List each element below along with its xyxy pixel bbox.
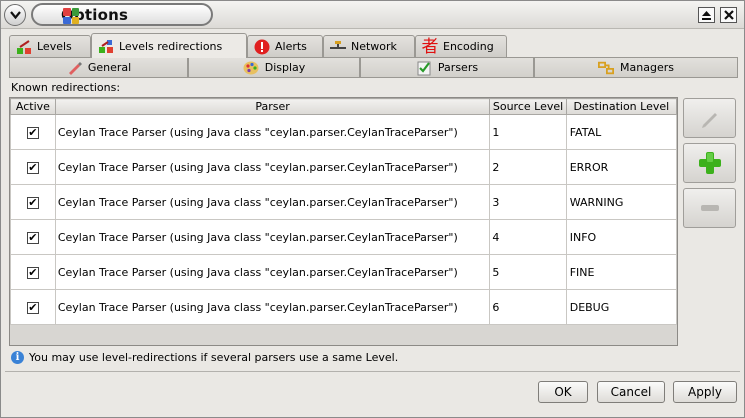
destination-level-cell[interactable]: FINE	[565, 254, 678, 290]
ok-button[interactable]: OK	[538, 381, 588, 403]
tab-levels-redirections[interactable]: Levels redirections	[91, 33, 247, 58]
table-row[interactable]: ✔ Ceylan Trace Parser (using Java class …	[10, 114, 678, 150]
tab-alerts[interactable]: Alerts	[247, 35, 323, 57]
tab-display[interactable]: Display	[188, 57, 360, 77]
secondary-tab-bar: General Display Parsers Managers	[9, 57, 738, 78]
levels-redirections-icon	[98, 38, 114, 54]
column-header-destination-level[interactable]: Destination Level	[565, 98, 678, 115]
source-level-cell[interactable]: 5	[489, 254, 567, 290]
active-checkbox[interactable]: ✔	[26, 266, 39, 279]
source-level-cell[interactable]: 3	[489, 184, 567, 220]
tab-label: Encoding	[443, 40, 494, 53]
tab-label: General	[87, 61, 132, 74]
info-message: i You may use level-redirections if seve…	[11, 351, 398, 364]
column-header-source-level[interactable]: Source Level	[489, 98, 567, 115]
active-checkbox[interactable]: ✔	[26, 301, 39, 314]
remove-button[interactable]	[683, 188, 736, 228]
parser-cell: Ceylan Trace Parser (using Java class "c…	[54, 254, 491, 290]
parser-cell: Ceylan Trace Parser (using Java class "c…	[54, 149, 491, 185]
chevron-down-icon	[9, 11, 21, 19]
info-text: You may use level-redirections if severa…	[29, 351, 399, 364]
pencil-icon	[701, 113, 717, 128]
minus-icon	[700, 205, 719, 211]
plus-icon	[698, 152, 721, 174]
table-header-row: Active Parser Source Level Destination L…	[10, 98, 678, 115]
tab-label: Managers	[620, 61, 674, 74]
palette-icon	[243, 60, 259, 76]
info-icon: i	[11, 351, 24, 364]
active-checkbox[interactable]: ✔	[26, 231, 39, 244]
close-icon	[723, 10, 734, 20]
table-row[interactable]: ✔ Ceylan Trace Parser (using Java class …	[10, 289, 678, 325]
table-row[interactable]: ✔ Ceylan Trace Parser (using Java class …	[10, 254, 678, 290]
tab-network[interactable]: Network	[323, 35, 415, 57]
pencil-icon	[66, 60, 82, 76]
tab-label: Network	[351, 40, 397, 53]
destination-level-cell[interactable]: DEBUG	[565, 289, 678, 325]
destination-level-cell[interactable]: WARNING	[565, 184, 678, 220]
tab-label: Levels	[37, 40, 72, 53]
tab-label: Parsers	[437, 61, 479, 74]
divider	[5, 371, 740, 372]
tab-encoding[interactable]: 者 Encoding	[415, 35, 507, 57]
destination-level-cell[interactable]: INFO	[565, 219, 678, 255]
tab-parsers[interactable]: Parsers	[360, 57, 534, 77]
tab-managers[interactable]: Managers	[534, 57, 738, 77]
column-header-parser[interactable]: Parser	[54, 98, 491, 115]
alert-icon	[254, 39, 270, 55]
managers-icon	[598, 60, 615, 76]
apply-button[interactable]: Apply	[673, 381, 737, 403]
maximize-icon	[702, 10, 711, 20]
tab-label: Levels redirections	[119, 39, 223, 53]
parser-cell: Ceylan Trace Parser (using Java class "c…	[54, 114, 491, 150]
maximize-button[interactable]	[698, 7, 715, 23]
source-level-cell[interactable]: 4	[489, 219, 567, 255]
destination-level-cell[interactable]: FATAL	[565, 114, 678, 150]
active-checkbox[interactable]: ✔	[26, 161, 39, 174]
tab-general[interactable]: General	[9, 57, 188, 77]
options-icon	[63, 8, 79, 24]
title-bar: Options	[1, 1, 744, 29]
redirections-table: Active Parser Source Level Destination L…	[10, 98, 678, 325]
known-redirections-label: Known redirections:	[11, 81, 121, 94]
checklist-icon	[416, 60, 432, 76]
source-level-cell[interactable]: 1	[489, 114, 567, 150]
window-menu-button[interactable]	[4, 4, 26, 26]
destination-level-cell[interactable]: ERROR	[565, 149, 678, 185]
table-row[interactable]: ✔ Ceylan Trace Parser (using Java class …	[10, 149, 678, 185]
network-icon	[330, 39, 346, 55]
tab-label: Display	[264, 61, 306, 74]
window-title-pill: Options	[31, 3, 213, 26]
redirections-table-container: Active Parser Source Level Destination L…	[9, 97, 678, 346]
options-window: Options Levels Levels redirections Alert…	[0, 0, 745, 418]
edit-button[interactable]	[683, 98, 736, 138]
levels-icon	[16, 39, 32, 55]
tab-levels[interactable]: Levels	[9, 35, 91, 57]
add-button[interactable]	[683, 143, 736, 183]
encoding-icon: 者	[421, 36, 439, 57]
table-row[interactable]: ✔ Ceylan Trace Parser (using Java class …	[10, 184, 678, 220]
parser-cell: Ceylan Trace Parser (using Java class "c…	[54, 219, 491, 255]
parser-cell: Ceylan Trace Parser (using Java class "c…	[54, 184, 491, 220]
source-level-cell[interactable]: 2	[489, 149, 567, 185]
active-checkbox[interactable]: ✔	[26, 126, 39, 139]
tab-label: Alerts	[275, 40, 307, 53]
parser-cell: Ceylan Trace Parser (using Java class "c…	[54, 289, 491, 325]
column-header-active[interactable]: Active	[10, 98, 56, 115]
close-button[interactable]	[720, 7, 737, 23]
active-checkbox[interactable]: ✔	[26, 196, 39, 209]
table-row[interactable]: ✔ Ceylan Trace Parser (using Java class …	[10, 219, 678, 255]
cancel-button[interactable]: Cancel	[597, 381, 665, 403]
source-level-cell[interactable]: 6	[489, 289, 567, 325]
